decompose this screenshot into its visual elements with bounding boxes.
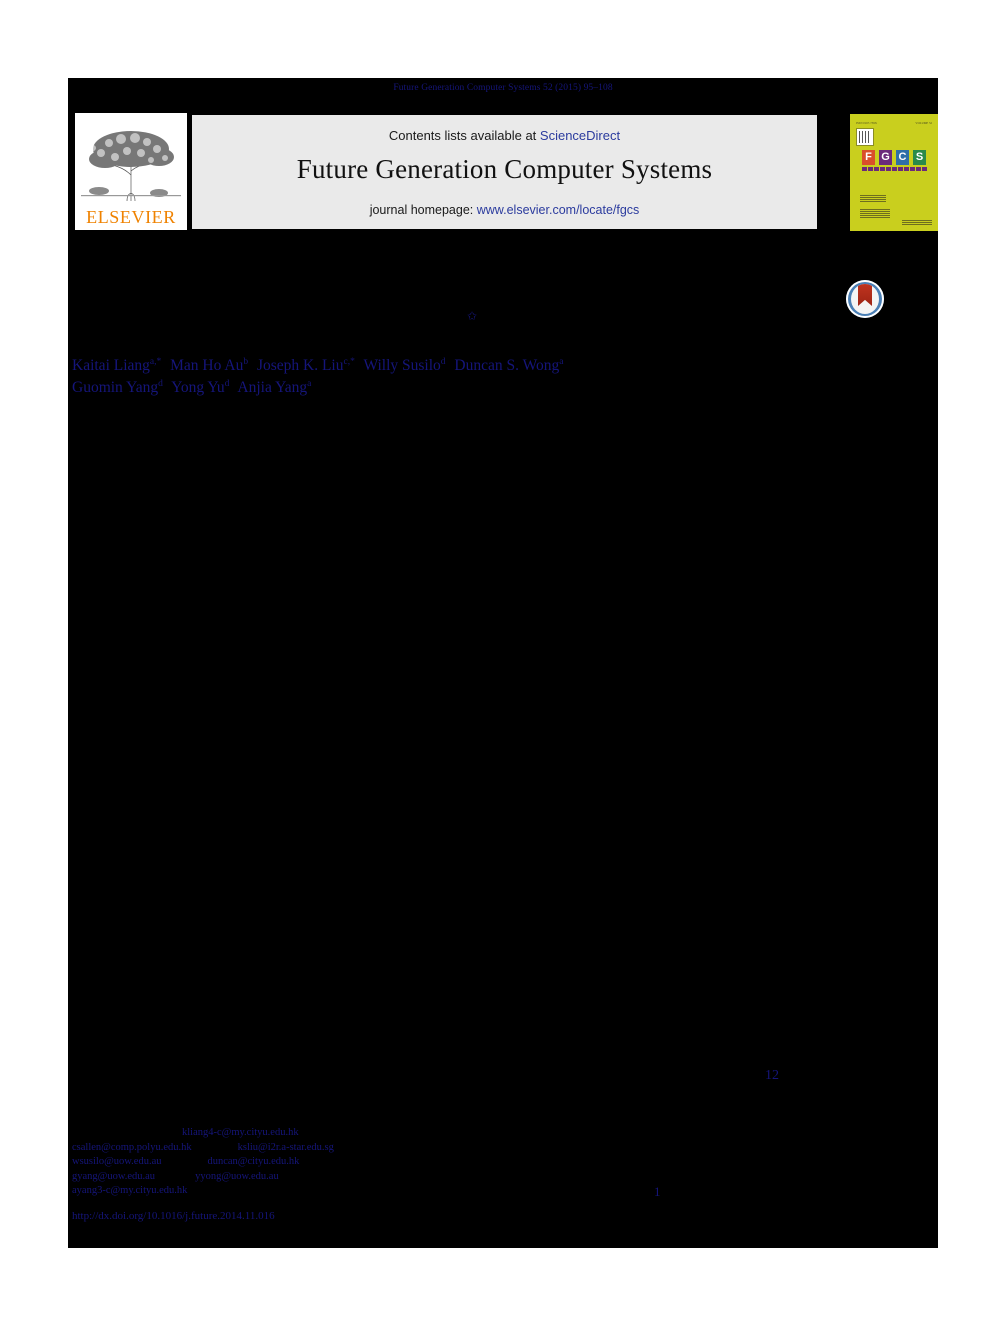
- elsevier-wordmark: ELSEVIER: [86, 207, 176, 227]
- cover-text-block-2: [860, 208, 890, 218]
- author-email-link[interactable]: csallen@comp.polyu.edu.hk: [72, 1142, 192, 1153]
- cover-letter-g: G: [879, 150, 892, 165]
- cover-fgcs-letters: F G C S: [862, 150, 926, 165]
- footnote-email-row: csallen@comp.polyu.edu.hk ksliu@i2r.a-sta…: [72, 1141, 772, 1156]
- author-email-link[interactable]: ayang3-c@my.cityu.edu.hk: [72, 1185, 187, 1196]
- author-email-link[interactable]: wsusilo@uow.edu.au: [72, 1156, 161, 1167]
- contents-prefix: Contents lists available at: [388, 128, 540, 143]
- author-list: Kaitai Lianga,* Man Ho Aub Joseph K. Liu…: [72, 353, 772, 397]
- author-affiliation-marks: a,*: [149, 357, 162, 367]
- journal-homepage-line: journal homepage: www.elsevier.com/locat…: [192, 203, 817, 217]
- author-email-link[interactable]: kliang4-c@my.cityu.edu.hk: [182, 1127, 299, 1138]
- cover-elsevier-mark: [856, 128, 874, 146]
- author-name: Kaitai Liang: [72, 357, 150, 375]
- article-page: Future Generation Computer Systems 52 (2…: [68, 78, 938, 1248]
- journal-info-band: Contents lists available at ScienceDirec…: [192, 115, 817, 229]
- journal-cover-thumbnail: ISSN 0167-739X VOLUME 52 F G C S: [850, 114, 938, 231]
- cover-letter-s: S: [913, 150, 926, 165]
- cover-letter-c: C: [896, 150, 909, 165]
- author-affiliation-marks: a: [559, 357, 564, 367]
- author-email-link[interactable]: duncan@cityu.edu.hk: [207, 1156, 299, 1167]
- author-email-link[interactable]: ksliu@i2r.a-star.edu.sg: [238, 1142, 334, 1153]
- body-citation-marker[interactable]: 12: [765, 1068, 779, 1084]
- sciencedirect-link[interactable]: ScienceDirect: [540, 128, 620, 143]
- cover-issn: ISSN 0167-739X: [856, 121, 877, 125]
- author-name: Duncan S. Wong: [454, 357, 560, 375]
- journal-title: Future Generation Computer Systems: [296, 154, 713, 184]
- cover-subtitle-bar: [862, 167, 928, 171]
- elsevier-tree-icon: [75, 113, 187, 206]
- author-affiliation-marks: c,*: [343, 357, 355, 367]
- homepage-prefix: journal homepage:: [369, 203, 477, 217]
- journal-masthead: ELSEVIER Contents lists available at Sci…: [68, 105, 938, 238]
- author-name: Guomin Yang: [72, 379, 159, 397]
- contents-lists-line: Contents lists available at ScienceDirec…: [192, 128, 817, 143]
- author-line-2: Guomin Yangd Yong Yud Anjia Yanga: [72, 375, 772, 397]
- cover-text-block-1: [860, 194, 886, 202]
- author-affiliation-marks: a: [307, 379, 312, 390]
- doi-link[interactable]: http://dx.doi.org/10.1016/j.future.2014.…: [72, 1210, 275, 1222]
- cover-top-bar: ISSN 0167-739X VOLUME 52: [856, 119, 932, 127]
- author-name: Man Ho Au: [170, 357, 244, 375]
- author-email-link[interactable]: gyang@uow.edu.au: [72, 1171, 155, 1182]
- author-email-link[interactable]: yyong@uow.edu.au: [195, 1171, 279, 1182]
- author-affiliation-marks: b: [243, 357, 249, 367]
- footnote-email-row: gyang@uow.edu.au yyong@uow.edu.au: [72, 1170, 772, 1185]
- elsevier-logo: ELSEVIER: [75, 113, 187, 230]
- author-name: Joseph K. Liu: [256, 357, 344, 375]
- cover-text-block-3: [902, 219, 932, 225]
- footnote-email-row: wsusilo@uow.edu.au duncan@cityu.edu.hk: [72, 1155, 772, 1170]
- cover-volume: VOLUME 52: [915, 121, 932, 125]
- footnote-email-block: kliang4-c@my.cityu.edu.hk csallen@comp.p…: [72, 1126, 772, 1199]
- author-name: Anjia Yang: [237, 379, 308, 397]
- footnote-email-row: kliang4-c@my.cityu.edu.hk: [72, 1126, 772, 1141]
- author-affiliation-marks: d: [224, 379, 230, 390]
- title-footnote-marker[interactable]: ✩: [467, 310, 477, 322]
- running-head: Future Generation Computer Systems 52 (2…: [393, 83, 613, 93]
- journal-homepage-link[interactable]: www.elsevier.com/locate/fgcs: [477, 203, 640, 217]
- author-line-1: Kaitai Lianga,* Man Ho Aub Joseph K. Liu…: [72, 353, 772, 375]
- article-body-region: [68, 398, 938, 1138]
- author-name: Willy Susilo: [363, 357, 441, 375]
- footnote-email-row: ayang3-c@my.cityu.edu.hk: [72, 1184, 772, 1199]
- author-affiliation-marks: d: [440, 357, 446, 367]
- title-block: [68, 253, 938, 323]
- author-affiliation-marks: d: [158, 379, 163, 390]
- author-name: Yong Yu: [171, 379, 225, 397]
- cover-letter-f: F: [862, 150, 875, 165]
- footnote-number: 1: [654, 1184, 661, 1199]
